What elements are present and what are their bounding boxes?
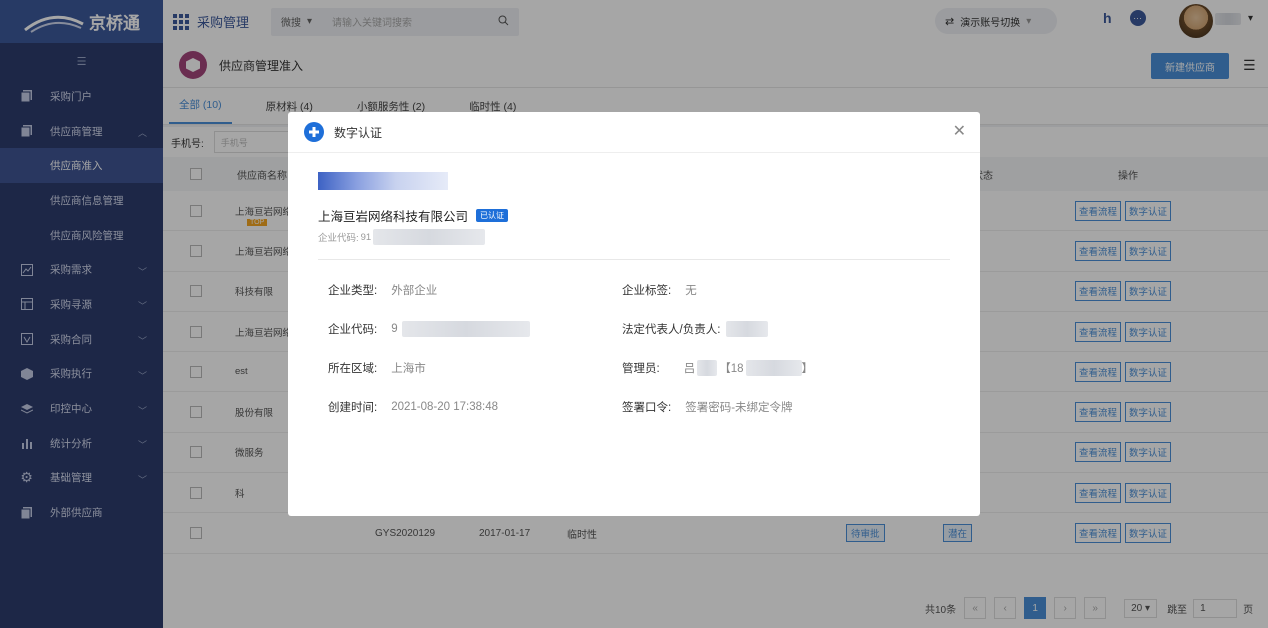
field-admin: 管理员: 吕 【18 】 [622,360,813,376]
modal-header: 数字认证 ✕ [288,112,980,153]
company-code-row: 企业代码: 91 [318,229,486,245]
company-code-prefix: 91 [360,231,372,243]
company-name-row: 上海亘岩网络科技有限公司 已认证 [318,206,509,225]
field-legal-rep: 法定代表人/负责人: [622,321,769,337]
field-label: 企业代码: [328,324,378,336]
field-value: 【18 [719,363,744,375]
field-label: 签署口令: [622,402,672,414]
company-code-redacted [373,229,486,245]
modal-title: 数字认证 [334,125,383,140]
field-label: 所在区域: [328,363,378,375]
field-value: 签署密码-未绑定令牌 [685,402,793,414]
field-enterprise-type: 企业类型: 外部企业 [328,282,437,298]
digital-cert-modal: 数字认证 ✕ 上海亘岩网络科技有限公司 已认证 企业代码: 91 企业类型: 外… [288,112,980,516]
field-value: 上海市 [391,363,426,375]
redacted-value [697,360,718,376]
cert-logo-icon [304,122,324,142]
redacted-value [745,360,802,376]
company-seal-redacted [318,172,448,190]
field-value: 9 [391,323,398,335]
field-label: 企业标签: [622,285,672,297]
company-code-label: 企业代码: [318,233,359,244]
field-value: 外部企业 [391,285,438,297]
field-value: 吕 [683,363,696,375]
divider [318,259,950,260]
field-created-time: 创建时间: 2021-08-20 17:38:48 [328,399,498,415]
field-value: 2021-08-20 17:38:48 [391,401,498,413]
field-label: 管理员: [622,363,660,375]
company-name: 上海亘岩网络科技有限公司 [318,210,469,224]
field-value: 】 [801,363,814,375]
field-region: 所在区域: 上海市 [328,360,426,376]
field-sign-token: 签署口令: 签署密码-未绑定令牌 [622,399,793,415]
field-enterprise-code: 企业代码: 9 [328,321,530,337]
redacted-value [401,321,530,337]
field-enterprise-tag: 企业标签: 无 [622,282,697,298]
field-label: 法定代表人/负责人: [622,324,721,336]
field-label: 企业类型: [328,285,378,297]
field-label: 创建时间: [328,402,378,414]
close-icon[interactable]: ✕ [953,121,966,141]
verified-badge: 已认证 [476,209,509,222]
field-value: 无 [685,285,697,297]
redacted-value [726,321,769,337]
